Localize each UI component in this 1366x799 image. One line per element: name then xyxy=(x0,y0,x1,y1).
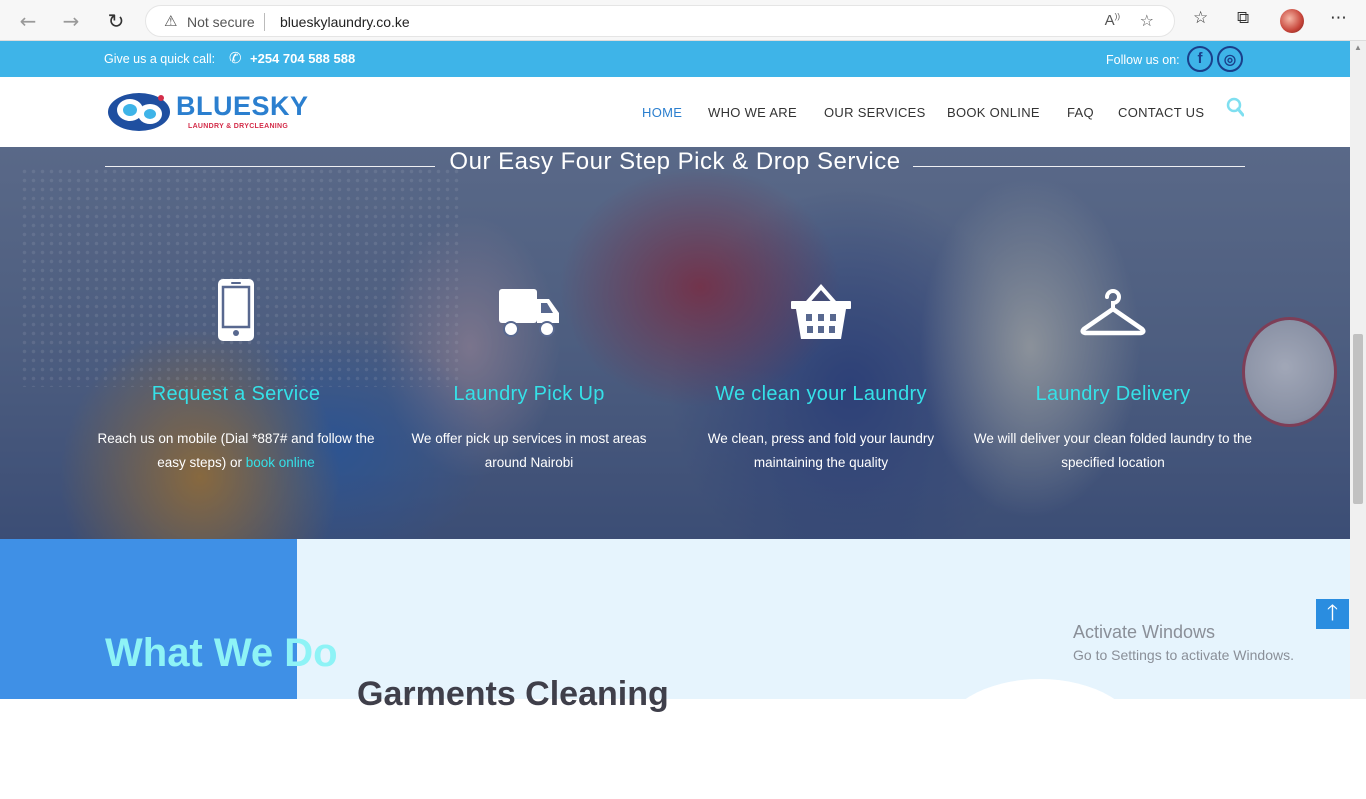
nav-faq[interactable]: FAQ xyxy=(1067,105,1094,120)
step-title: We clean your Laundry xyxy=(715,383,927,405)
nav-our-services[interactable]: OUR SERVICES xyxy=(824,105,926,120)
what-we-do-section: What We Do Garments Cleaning xyxy=(0,539,1350,799)
nav-home[interactable]: HOME xyxy=(642,105,682,120)
mobile-phone-icon xyxy=(96,277,376,343)
forward-arrow-icon[interactable]: → xyxy=(58,8,84,34)
more-menu-icon[interactable]: ⋯ xyxy=(1330,8,1347,28)
back-arrow-icon[interactable]: ← xyxy=(15,8,41,34)
address-bar[interactable]: ⚠ Not secure blueskylaundry.co.ke A)) ☆ xyxy=(145,5,1175,37)
nav-who-we-are[interactable]: WHO WE ARE xyxy=(708,105,797,120)
add-favorite-icon[interactable]: ☆ xyxy=(1140,11,1154,30)
call-label: Give us a quick call: xyxy=(104,52,216,66)
nav-book-online[interactable]: BOOK ONLINE xyxy=(947,105,1040,120)
step-text: Reach us on mobile (Dial *887# and follo… xyxy=(97,431,375,470)
browser-toolbar: ← → ↻ ⚠ Not secure blueskylaundry.co.ke … xyxy=(0,0,1366,41)
step-description: We will deliver your clean folded laundr… xyxy=(973,431,1253,470)
pick-drop-section: Our Easy Four Step Pick & Drop Service R… xyxy=(0,147,1350,539)
site-header: BLUESKY LAUNDRY & DRYCLEANING HOME WHO W… xyxy=(0,77,1350,147)
bluesky-logo-icon[interactable] xyxy=(106,88,172,134)
security-label[interactable]: Not secure xyxy=(187,14,255,30)
basket-icon xyxy=(681,283,961,349)
hanger-icon xyxy=(973,285,1253,351)
what-we-do-heading: What We Do xyxy=(105,631,338,675)
favorites-icon[interactable]: ☆ xyxy=(1193,8,1208,28)
activate-windows-title: Activate Windows xyxy=(1073,622,1216,642)
activate-windows-subtitle: Go to Settings to activate Windows. xyxy=(1073,647,1294,663)
step-description: Reach us on mobile (Dial *887# and follo… xyxy=(96,427,376,475)
page-scrollbar[interactable]: ▲ xyxy=(1350,41,1366,699)
url-text[interactable]: blueskylaundry.co.ke xyxy=(280,14,410,30)
nav-contact-us[interactable]: CONTACT US xyxy=(1118,105,1204,120)
step-description: We offer pick up services in most areas … xyxy=(411,431,647,470)
logo-name[interactable]: BLUESKY xyxy=(176,91,309,122)
service-image xyxy=(940,679,1140,799)
read-aloud-icon[interactable]: A)) xyxy=(1105,12,1120,29)
facebook-icon[interactable]: f xyxy=(1187,46,1213,72)
scrollbar-thumb[interactable] xyxy=(1353,334,1363,504)
collections-icon[interactable]: ⧉ xyxy=(1237,8,1249,28)
step-title: Request a Service xyxy=(151,383,321,405)
address-separator xyxy=(264,13,265,31)
section-title: Our Easy Four Step Pick & Drop Service xyxy=(449,148,901,175)
reload-icon[interactable]: ↻ xyxy=(103,8,129,34)
step-title: Laundry Pick Up xyxy=(453,383,605,405)
follow-label: Follow us on: xyxy=(1106,53,1180,67)
scroll-up-icon[interactable]: ▲ xyxy=(1354,43,1362,52)
warning-icon[interactable]: ⚠ xyxy=(164,12,177,30)
step-title: Laundry Delivery xyxy=(1035,383,1191,405)
phone-number[interactable]: +254 704 588 588 xyxy=(250,51,355,66)
truck-icon xyxy=(389,287,669,353)
search-icon[interactable] xyxy=(1226,97,1244,119)
scroll-to-top-button[interactable]: 🡑 xyxy=(1316,599,1349,629)
instagram-icon[interactable]: ◎ xyxy=(1217,46,1243,72)
step-description: We clean, press and fold your laundry ma… xyxy=(707,431,935,470)
contact-bar: Give us a quick call: ✆ +254 704 588 588… xyxy=(0,41,1350,77)
profile-avatar[interactable] xyxy=(1280,9,1304,33)
phone-icon: ✆ xyxy=(229,49,242,67)
garments-cleaning-heading: Garments Cleaning xyxy=(357,675,669,713)
logo-tagline: LAUNDRY & DRYCLEANING xyxy=(188,123,289,130)
book-online-link[interactable]: book online xyxy=(246,455,315,470)
